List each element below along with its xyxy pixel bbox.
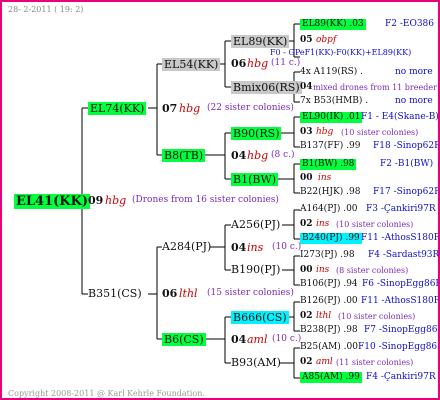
gen3-b-line: hbg <box>247 149 269 162</box>
queen-b6: B6(CS) <box>162 333 206 346</box>
gen3-a-info: (11 c.) <box>271 58 301 68</box>
g4-a119-note: no more <box>395 67 433 77</box>
g4-r22-info: (11 sister colonies) <box>336 358 414 367</box>
g4-r2-num: 05 <box>300 35 313 45</box>
queen-b93: B93(AM) <box>231 356 281 369</box>
queen-bmix06: Bmix06(RS) <box>231 81 302 94</box>
g4-r10-line: ins <box>318 173 332 183</box>
g4-b53: 7x B53(HMB) . <box>300 96 369 106</box>
root-queen: EL41(KK) <box>14 194 91 209</box>
g4-b238: B238(PJ) .98 <box>300 325 358 335</box>
g4-r13-info: (10 sister colonies) <box>336 220 414 229</box>
g4-b126: B126(PJ) .00 <box>300 296 358 306</box>
gen3-a-num: 06 <box>231 57 247 70</box>
gen3-d-line: aml <box>247 333 268 346</box>
gen2-upper-line: hbg <box>179 102 201 115</box>
g4-b106: B106(PJ) .94 <box>300 279 358 289</box>
g4-b240: B240(PJ) .99 <box>300 233 362 244</box>
sire-queen: B351(CS) <box>88 287 142 300</box>
g4-a85: A85(AM) .99 <box>300 372 362 383</box>
g4-r13-num: 02 <box>300 219 313 229</box>
dam-queen: EL74(KK) <box>88 102 147 115</box>
g4-a85-origin: F4 -Çankiri97R <box>366 372 436 382</box>
queen-a284: A284(PJ) <box>162 240 212 253</box>
g4-i273-origin: F4 -Sardast93R <box>368 250 440 260</box>
drone-number: 09 <box>88 194 104 207</box>
g4-el90-origin: F1 - E4(Skane-B) <box>361 112 439 122</box>
drone-line: hbg <box>105 194 127 207</box>
g4-b25-origin: F10 -SinopEgg86R <box>358 342 440 352</box>
g4-el89: EL89(KK) .03 <box>300 19 366 30</box>
gen2-lower-info: (15 sister colonies) <box>207 288 294 298</box>
g4-b22-origin: F17 -Sinop62R <box>373 187 440 197</box>
gen3-d-num: 04 <box>231 333 247 346</box>
g4-b1bw: B1(BW) .98 <box>300 159 357 170</box>
pedigree-canvas: { "header": { "date": "28- 2-2011 ( 19: … <box>0 0 440 400</box>
g4-r16-num: 00 <box>300 265 313 275</box>
gen3-b-num: 04 <box>231 149 247 162</box>
g4-b137-origin: F18 -Sinop62R <box>373 141 440 151</box>
g4-r7-num: 03 <box>300 127 313 137</box>
g4-b137: B137(FF) .99 <box>300 141 361 151</box>
g4-b53-note: no more <box>395 96 433 106</box>
gen2-lower-line: lthl <box>179 287 198 300</box>
gen3-c-info: (10 c.) <box>272 242 302 252</box>
gen2-upper-info: (22 sister colonies) <box>207 103 294 113</box>
g4-r4-num: 04 <box>300 82 313 92</box>
queen-el89: EL89(KK) <box>231 35 290 48</box>
g4-i273: I273(PJ) .98 <box>300 250 355 260</box>
g4-el90: EL90(IK) .01 <box>300 112 363 123</box>
gen3-c-line: ins <box>247 241 264 254</box>
g4-a119: 4x A119(RS) . <box>300 67 364 77</box>
queen-b190: B190(PJ) <box>231 263 281 276</box>
gen2-lower-num: 06 <box>162 287 178 300</box>
gen2-upper-num: 07 <box>162 102 178 115</box>
g4-r22-line: aml <box>316 357 333 367</box>
g4-r22-num: 02 <box>300 357 313 367</box>
g4-b238-origin: F7 -SinopEgg86R <box>364 325 440 335</box>
g4-r7-line: hbg <box>316 127 334 137</box>
gen3-b-info: (8 c.) <box>271 150 295 160</box>
g4-b126-origin: F11 -AthosS180R <box>361 296 440 306</box>
g4-r10-num: 00 <box>300 173 313 183</box>
g4-r2-line: obpf <box>316 35 337 45</box>
g4-b1bw-origin: F2 -B1(BW) <box>380 159 434 169</box>
g4-r19-info: (10 sister colonies) <box>338 312 416 321</box>
g4-r2-overlay: F0 - GPeF1(KK)-F0(KK)+EL89(KK) <box>270 48 412 57</box>
g4-b240-origin: F11 -AthosS180R <box>361 233 440 243</box>
g4-r16-info: (8 sister colonies) <box>336 266 409 275</box>
g4-a164-origin: F3 -Çankiri97R <box>366 204 436 214</box>
g4-r13-line: ins <box>316 219 330 229</box>
date-stamp: 28- 2-2011 ( 19: 2) <box>8 5 84 14</box>
drone-info: (Drones from 16 sister colonies) <box>132 195 279 205</box>
queen-b666: B666(CS) <box>231 311 289 324</box>
g4-r7-info: (10 sister colonies) <box>341 128 419 137</box>
g4-b106-origin: F6 -SinopEgg86R <box>362 279 440 289</box>
gen3-a-line: hbg <box>247 57 269 70</box>
queen-b1: B1(BW) <box>231 173 279 186</box>
queen-b8: B8(TB) <box>162 149 206 162</box>
g4-r16-line: ins <box>316 265 330 275</box>
g4-el89-origin: F2 -EO386 <box>385 19 434 29</box>
copyright-footer: Copyright 2008-2011 @ Karl Kehrle Founda… <box>8 389 205 398</box>
g4-b25: B25(AM) .00 <box>300 342 358 352</box>
queen-el54: EL54(KK) <box>162 58 221 71</box>
g4-b22: B22(HJK) .98 <box>300 187 361 197</box>
gen3-c-num: 04 <box>231 241 247 254</box>
g4-r4-info: mixed drones from 11 breeder col. <box>313 83 440 92</box>
g4-r19-line: lthl <box>316 311 332 321</box>
gen3-d-info: (10 c.) <box>272 334 302 344</box>
queen-a256: A256(PJ) <box>231 218 281 231</box>
g4-a164: A164(PJ) .00 <box>300 204 358 214</box>
queen-b90: B90(RS) <box>231 127 282 140</box>
g4-r19-num: 02 <box>300 311 313 321</box>
